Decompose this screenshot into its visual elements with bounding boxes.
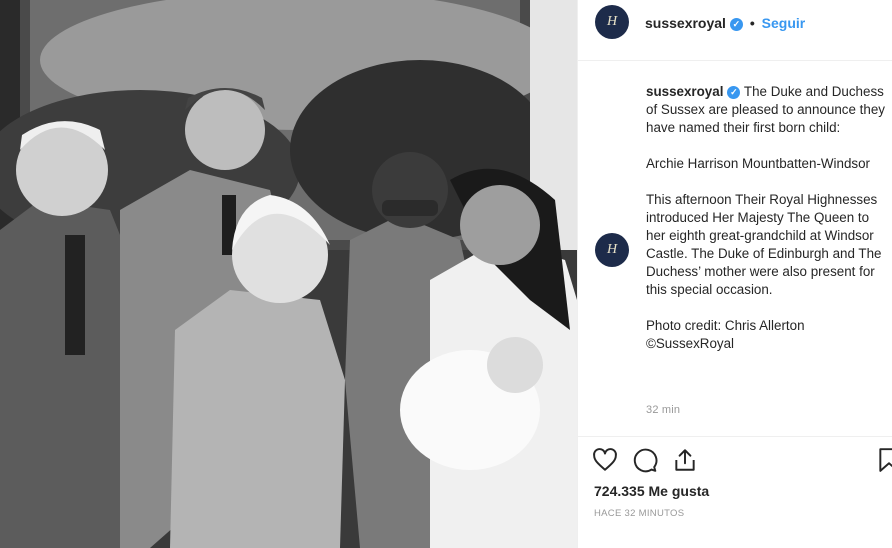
caption-paragraph-2: Archie Harrison Mountbatten-Windsor [646, 156, 871, 171]
caption-paragraph-4: Photo credit: Chris Allerton ©SussexRoya… [646, 318, 805, 351]
caption-avatar[interactable]: H [595, 233, 629, 267]
separator-dot: • [749, 15, 755, 31]
caption-username[interactable]: sussexroyal [646, 84, 723, 99]
caption-avatar-monogram: H [606, 242, 618, 257]
avatar-monogram: H [606, 14, 618, 29]
caption-timestamp: 32 min [646, 404, 681, 416]
header-user-row: sussexroyal ✓ • Seguir [645, 15, 805, 31]
verified-badge-icon: ✓ [729, 17, 743, 31]
post-side-panel: H sussexroyal ✓ • Seguir H sussexroyal ✓ T… [578, 0, 892, 548]
heart-icon [593, 448, 617, 471]
actions-divider [578, 436, 892, 437]
follow-button[interactable]: Seguir [762, 15, 806, 31]
profile-avatar[interactable]: H [595, 5, 629, 39]
caption-paragraph-1: sussexroyal ✓ The Duke and Duchess of Sus… [646, 83, 886, 137]
instagram-post: H sussexroyal ✓ • Seguir H sussexroyal ✓ T… [0, 0, 892, 548]
save-button[interactable] [876, 447, 892, 475]
post-photo[interactable] [0, 0, 577, 548]
share-button[interactable] [672, 447, 700, 475]
like-count[interactable]: 724.335 Me gusta [594, 483, 709, 499]
header-username[interactable]: sussexroyal [645, 15, 726, 31]
like-button[interactable] [592, 447, 620, 475]
bookmark-icon [879, 448, 892, 472]
comment-button[interactable] [632, 447, 660, 475]
photo-illustration [0, 0, 577, 548]
post-age: HACE 32 MINUTOS [594, 508, 685, 519]
caption-verified-badge-icon: ✓ [727, 85, 741, 99]
share-icon [675, 449, 695, 471]
caption-paragraph-3: This afternoon Their Royal Highnesses in… [646, 192, 882, 297]
post-header: H sussexroyal ✓ • Seguir [578, 0, 892, 61]
comment-icon [633, 448, 658, 473]
post-caption: sussexroyal ✓ The Duke and Duchess of Sus… [646, 83, 886, 353]
